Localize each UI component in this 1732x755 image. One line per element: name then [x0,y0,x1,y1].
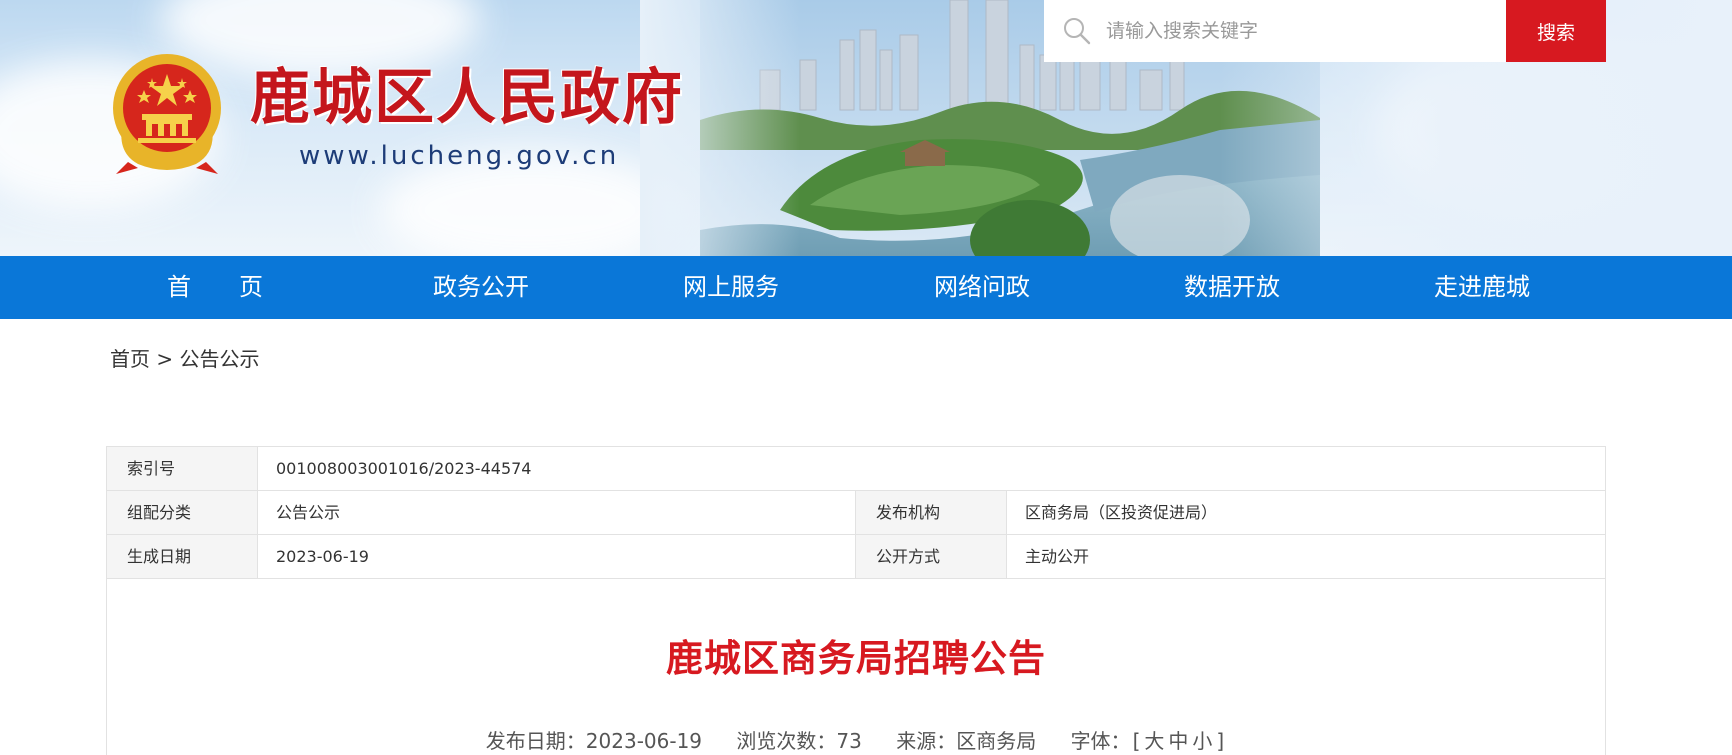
document-info-table: 索引号 001008003001016/2023-44574 组配分类 公告公示… [106,446,1606,579]
article-title: 鹿城区商务局招聘公告 [666,637,1046,680]
breadcrumb: 首页 > 公告公示 [110,343,259,372]
main-nav: 首 页 政务公开 网上服务 网络问政 数据开放 走进鹿城 [0,256,1732,319]
publish-date-label: 发布日期： [485,729,586,753]
disclosure-value: 主动公开 [1025,547,1090,566]
table-row: 生成日期 2023-06-19 公开方式 主动公开 [107,535,1605,579]
font-bracket-open: [ [1132,729,1141,753]
nav-item-online-inquiry[interactable]: 网络问政 [902,256,1062,319]
font-size-small-button[interactable]: 小 [1192,729,1212,753]
publish-date: 发布日期：2023-06-19 [486,729,702,753]
publish-date-value: 2023-06-19 [585,729,703,753]
date-value: 2023-06-19 [258,535,856,578]
index-value: 001008003001016/2023-44574 [276,459,532,478]
nav-item-about-lucheng[interactable]: 走进鹿城 [1402,256,1562,319]
view-count: 浏览次数：73 [736,729,861,753]
article-meta: 发布日期：2023-06-19 浏览次数：73 来源：区商务局 字体：[大中小] [107,725,1605,754]
source: 来源：区商务局 [896,729,1036,753]
site-title[interactable]: 鹿城区人民政府 [250,68,684,128]
article-container: 鹿城区商务局招聘公告 发布日期：2023-06-19 浏览次数：73 来源：区商… [106,578,1606,755]
category-label: 组配分类 [107,491,258,534]
search-button[interactable]: 搜索 [1506,0,1606,62]
breadcrumb-current[interactable]: 公告公示 [179,347,259,371]
date-label: 生成日期 [107,535,258,578]
font-bracket-close: ] [1216,729,1225,753]
table-row: 组配分类 公告公示 发布机构 区商务局（区投资促进局） [107,491,1605,535]
view-count-label: 浏览次数： [736,729,837,753]
disclosure-label: 公开方式 [856,535,1007,578]
font-size-control: 字体：[大中小] [1071,729,1227,753]
nav-item-online-services[interactable]: 网上服务 [651,256,811,319]
nav-item-open-data[interactable]: 数据开放 [1152,256,1312,319]
national-emblem-icon [113,54,221,174]
source-label: 来源： [896,729,957,753]
breadcrumb-home[interactable]: 首页 [110,347,150,371]
search-bar [1044,0,1506,62]
view-count-value: 73 [836,729,862,753]
breadcrumb-separator: > [156,347,174,371]
search-input[interactable] [1106,11,1486,51]
font-size-large-button[interactable]: 大 [1144,729,1164,753]
font-size-medium-button[interactable]: 中 [1168,729,1188,753]
font-size-label: 字体： [1070,729,1131,753]
publisher-label: 发布机构 [856,491,1007,534]
category-value: 公告公示 [258,491,856,534]
site-url: www.lucheng.gov.cn [299,141,620,171]
search-icon [1064,18,1091,45]
table-row: 索引号 001008003001016/2023-44574 [107,447,1605,491]
publisher-value: 区商务局（区投资促进局） [1025,503,1218,522]
nav-item-home[interactable]: 首 页 [135,256,295,319]
index-label: 索引号 [107,447,258,490]
nav-item-gov-affairs[interactable]: 政务公开 [401,256,561,319]
source-value: 区商务局 [956,729,1037,753]
